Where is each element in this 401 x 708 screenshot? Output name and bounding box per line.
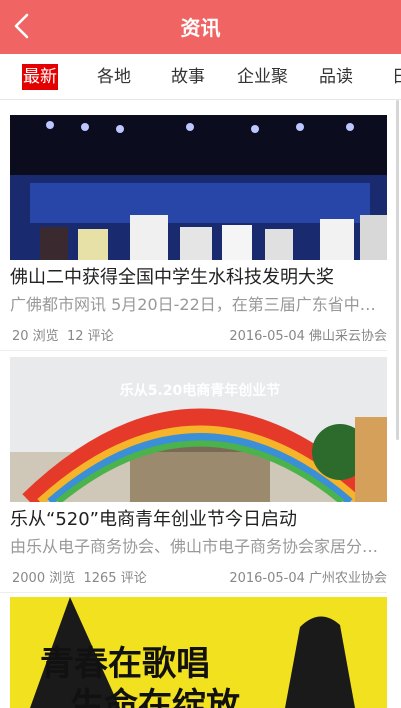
article-image: 青春在歌唱 生命在绽放: [10, 597, 387, 708]
image-text-line2: 生命在绽放: [70, 686, 240, 708]
comment-count: 12 评论: [66, 329, 114, 344]
article-summary: 由乐从电子商务协会、佛山市电子商务协会家居分会主办: [10, 537, 384, 556]
tab-regions[interactable]: 各地: [97, 64, 131, 90]
page-title: 资讯: [180, 16, 221, 40]
divider: [0, 592, 387, 593]
article-date-source: 2016-05-04 广州农业协会: [229, 571, 387, 586]
app-header: 资讯: [0, 0, 401, 54]
scrollbar[interactable]: [396, 100, 399, 440]
article-date-source: 2016-05-04 佛山采云协会: [229, 329, 387, 344]
image-text-line1: 青春在歌唱: [40, 644, 210, 684]
article-title: 佛山二中获得全国中学生水科技发明大奖: [10, 267, 334, 288]
article-summary: 广佛都市网讯 5月20日-22日，在第三届广东省中学生水科技发明比赛: [10, 295, 384, 314]
tab-latest[interactable]: 最新: [22, 64, 58, 90]
comment-count: 1265 评论: [83, 571, 147, 586]
tab-reading[interactable]: 品读: [319, 64, 353, 90]
category-tabs: 最新 各地 故事 企业聚 品读 日: [0, 54, 401, 100]
article-stats: 20 浏览 12 评论: [12, 325, 114, 344]
article-stats: 2000 浏览 1265 评论: [12, 567, 147, 586]
article-title: 乐从“520”电商青年创业节今日启动: [10, 509, 298, 530]
tab-more[interactable]: 日: [392, 64, 401, 90]
article-image: 乐从5.20电商青年创业节: [10, 357, 387, 502]
tab-stories[interactable]: 故事: [171, 64, 205, 90]
news-feed: 佛山二中获得全国中学生水科技发明大奖 广佛都市网讯 5月20日-22日，在第三届…: [0, 100, 401, 708]
article-image: [10, 115, 387, 260]
view-count: 2000 浏览: [12, 571, 76, 586]
view-count: 20 浏览: [12, 329, 59, 344]
divider: [0, 350, 387, 351]
tab-enterprise[interactable]: 企业聚: [237, 64, 288, 90]
banner-text: 乐从5.20电商青年创业节: [120, 382, 281, 399]
